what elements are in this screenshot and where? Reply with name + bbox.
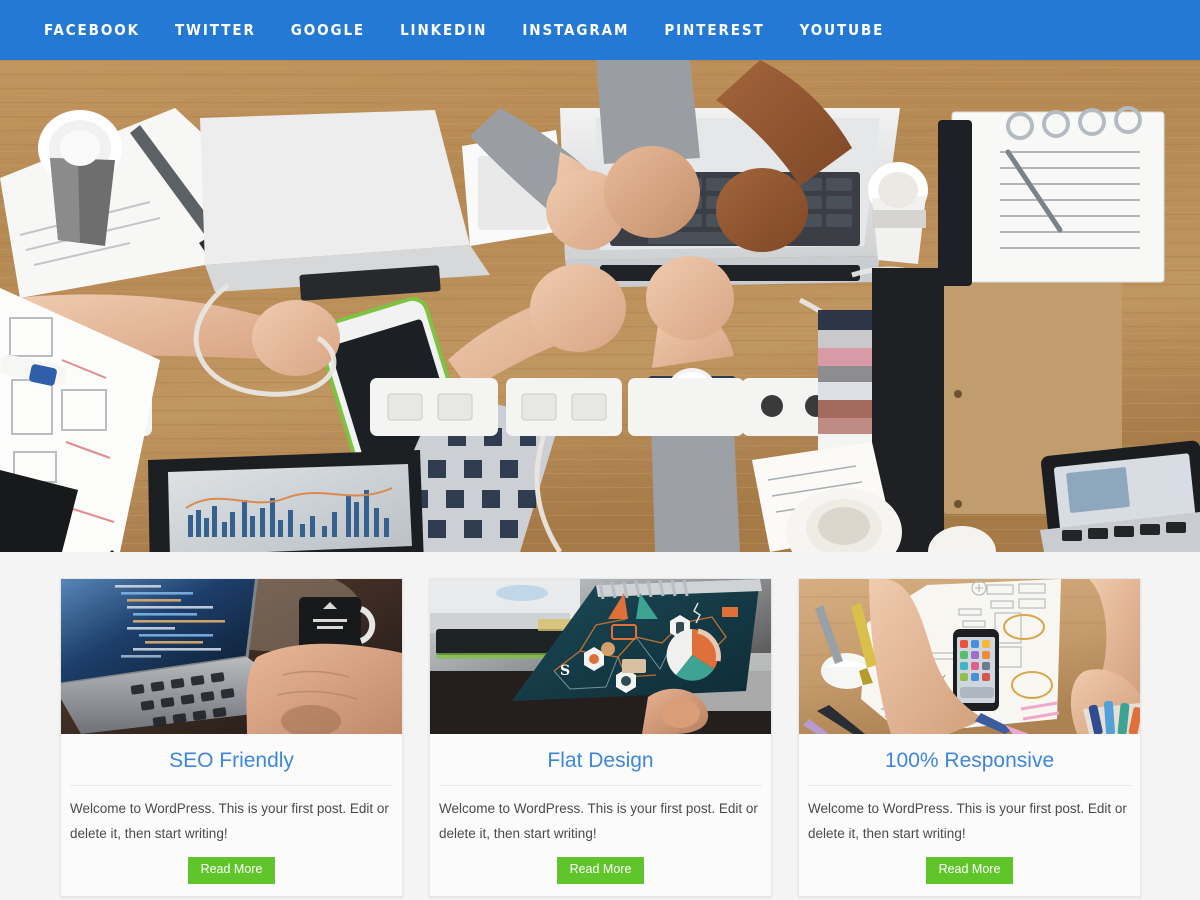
top-navigation-bar: Facebook Twitter Google LinkedIn Instagr…	[0, 0, 1200, 60]
post-excerpt-flat-design: Welcome to WordPress. This is your first…	[439, 801, 758, 842]
hero-banner	[0, 60, 1200, 552]
nav-item-pinterest[interactable]: Pinterest	[664, 21, 798, 39]
featured-posts-section: SEO Friendly Welcome to WordPress. This …	[0, 552, 1200, 900]
read-more-wrapper: Read More	[439, 855, 762, 884]
read-more-button-seo-friendly[interactable]: Read More	[187, 857, 276, 884]
hero-image	[0, 60, 1200, 552]
svg-text:S: S	[560, 663, 570, 679]
post-card-seo-friendly: SEO Friendly Welcome to WordPress. This …	[60, 578, 403, 897]
nav-menu-list: Facebook Twitter Google LinkedIn Instagr…	[44, 0, 919, 60]
wireframe-sketch-image	[799, 579, 1140, 734]
infographic-notebook-image: S	[430, 579, 771, 734]
post-title-responsive[interactable]: 100% Responsive	[808, 734, 1131, 787]
nav-item-google[interactable]: Google	[291, 21, 399, 39]
card-body: SEO Friendly Welcome to WordPress. This …	[61, 734, 402, 896]
post-title-seo-friendly[interactable]: SEO Friendly	[70, 734, 393, 787]
post-card-responsive: 100% Responsive Welcome to WordPress. Th…	[798, 578, 1141, 897]
nav-item-linkedin[interactable]: LinkedIn	[400, 21, 521, 39]
card-body: Flat Design Welcome to WordPress. This i…	[430, 734, 771, 896]
read-more-button-flat-design[interactable]: Read More	[556, 857, 645, 884]
post-thumbnail-seo-friendly[interactable]	[61, 579, 402, 734]
read-more-button-responsive[interactable]: Read More	[925, 857, 1014, 884]
nav-item-youtube[interactable]: YouTube	[800, 21, 919, 39]
cards-row: SEO Friendly Welcome to WordPress. This …	[0, 578, 1200, 897]
post-thumbnail-flat-design[interactable]: S	[430, 579, 771, 734]
post-thumbnail-responsive[interactable]	[799, 579, 1140, 734]
post-excerpt-responsive: Welcome to WordPress. This is your first…	[808, 801, 1127, 842]
nav-item-instagram[interactable]: Instagram	[522, 21, 663, 39]
read-more-wrapper: Read More	[70, 855, 393, 884]
post-title-flat-design[interactable]: Flat Design	[439, 734, 762, 787]
post-excerpt-seo-friendly: Welcome to WordPress. This is your first…	[70, 801, 389, 842]
read-more-wrapper: Read More	[808, 855, 1131, 884]
card-body: 100% Responsive Welcome to WordPress. Th…	[799, 734, 1140, 896]
nav-item-facebook[interactable]: Facebook	[44, 21, 174, 39]
post-card-flat-design: S Flat Design Welcome to WordPress. This…	[429, 578, 772, 897]
coding-laptop-image	[61, 579, 402, 734]
nav-item-twitter[interactable]: Twitter	[175, 21, 290, 39]
